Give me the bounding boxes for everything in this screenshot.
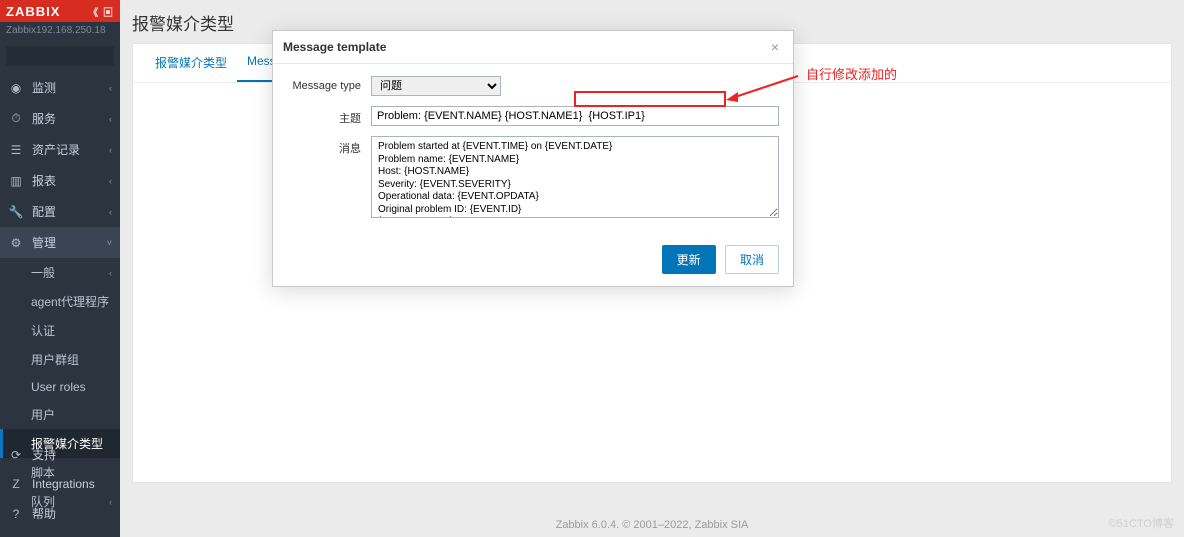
footer-link[interactable]: Zabbix SIA: [695, 519, 749, 531]
search-wrap: 🔍: [0, 42, 120, 72]
footer: Zabbix 6.0.4. © 2001–2022, Zabbix SIA: [120, 519, 1184, 531]
sidebar-item-label: User roles: [31, 380, 86, 394]
tab-media-type[interactable]: 报警媒介类型: [145, 44, 237, 82]
row-message-type: Message type 问题: [287, 76, 779, 96]
nav-service[interactable]: ⏱ 服务 ‹: [0, 103, 120, 134]
nav-support[interactable]: ⟳ 支持: [0, 439, 120, 470]
nav-label: 管理: [32, 234, 56, 251]
sidebar-item-agent-proxy[interactable]: agent代理程序: [0, 287, 120, 316]
nav-label: 配置: [32, 203, 56, 220]
message-type-select[interactable]: 问题: [371, 76, 501, 96]
chevron-down-icon: ˅: [107, 238, 112, 248]
chevron-left-icon: ‹: [109, 114, 112, 124]
modal-footer: 更新 取消: [273, 239, 793, 286]
support-icon: ⟳: [8, 448, 24, 462]
nav-label: 监测: [32, 79, 56, 96]
clock-icon: ⏱: [8, 111, 24, 126]
modal-update-button[interactable]: 更新: [662, 245, 716, 274]
nav-config[interactable]: 🔧 配置 ‹: [0, 196, 120, 227]
nav-label: 服务: [32, 110, 56, 127]
message-textarea[interactable]: [371, 136, 779, 218]
sidebar-item-label: 一般: [31, 264, 55, 281]
chevron-left-icon: ‹: [109, 268, 112, 278]
sidebar-item-label: 用户: [31, 406, 55, 423]
modal-body: Message type 问题 主题 消息: [273, 64, 793, 239]
message-template-modal: Message template × Message type 问题 主题 消息: [272, 30, 794, 287]
annotation-text: 自行修改添加的: [806, 64, 897, 83]
sidebar-item-auth[interactable]: 认证: [0, 316, 120, 345]
chart-icon: ▥: [8, 174, 24, 188]
nav-label: Integrations: [32, 477, 95, 491]
search-box[interactable]: 🔍: [6, 46, 114, 66]
brand-logo: ZABBIX: [6, 4, 60, 19]
row-subject: 主题: [287, 106, 779, 126]
eye-icon: ◉: [8, 81, 24, 95]
sidebar: ZABBIX 《 ▣ Zabbix192.168.250.18 🔍 ◉ 监测 ‹…: [0, 0, 120, 537]
logo-row: ZABBIX 《 ▣: [0, 0, 120, 22]
modal-wrapper: Message template × Message type 问题 主题 消息: [272, 30, 794, 287]
nav-label: 资产记录: [32, 141, 80, 158]
close-icon[interactable]: ×: [767, 39, 783, 55]
label-message-type: Message type: [287, 76, 371, 92]
watermark: ©51CTO博客: [1109, 515, 1174, 531]
nav-monitoring[interactable]: ◉ 监测 ‹: [0, 72, 120, 103]
sidebar-item-users[interactable]: 用户: [0, 400, 120, 429]
chevron-left-icon: ‹: [109, 207, 112, 217]
row-message: 消息: [287, 136, 779, 221]
nav-label: 帮助: [32, 505, 56, 522]
footer-text: Zabbix 6.0.4. © 2001–2022,: [556, 519, 695, 531]
modal-title: Message template: [283, 40, 386, 54]
sidebar-item-user-groups[interactable]: 用户群组: [0, 345, 120, 374]
chevron-left-icon: ‹: [109, 145, 112, 155]
modal-cancel-button[interactable]: 取消: [725, 245, 779, 274]
server-address: Zabbix192.168.250.18: [0, 22, 120, 42]
list-icon: ☰: [8, 143, 24, 157]
sidebar-item-label: agent代理程序: [31, 293, 109, 310]
z-icon: Z: [8, 477, 24, 491]
chevron-left-icon: ‹: [109, 83, 112, 93]
label-subject: 主题: [287, 106, 371, 126]
nav-label: 支持: [32, 446, 56, 463]
nav-label: 报表: [32, 172, 56, 189]
sidebar-item-label: 用户群组: [31, 351, 79, 368]
chevron-left-icon: ‹: [109, 176, 112, 186]
nav-inventory[interactable]: ☰ 资产记录 ‹: [0, 134, 120, 165]
question-icon: ?: [8, 507, 24, 521]
sidebar-item-user-roles[interactable]: User roles: [0, 374, 120, 400]
subject-input[interactable]: [371, 106, 779, 126]
sidebar-item-general[interactable]: 一般 ‹: [0, 258, 120, 287]
label-message: 消息: [287, 136, 371, 156]
nav-admin[interactable]: ⚙ 管理 ˅: [0, 227, 120, 258]
gear-icon: ⚙: [8, 236, 24, 250]
sidebar-item-label: 认证: [31, 322, 55, 339]
nav-help[interactable]: ? 帮助: [0, 498, 120, 529]
nav-integrations[interactable]: Z Integrations: [0, 470, 120, 498]
nav-reports[interactable]: ▥ 报表 ‹: [0, 165, 120, 196]
collapse-icon[interactable]: 《 ▣: [88, 4, 114, 19]
wrench-icon: 🔧: [8, 205, 24, 219]
bottom-nav: ⟳ 支持 Z Integrations ? 帮助: [0, 439, 120, 529]
modal-header: Message template ×: [273, 31, 793, 64]
